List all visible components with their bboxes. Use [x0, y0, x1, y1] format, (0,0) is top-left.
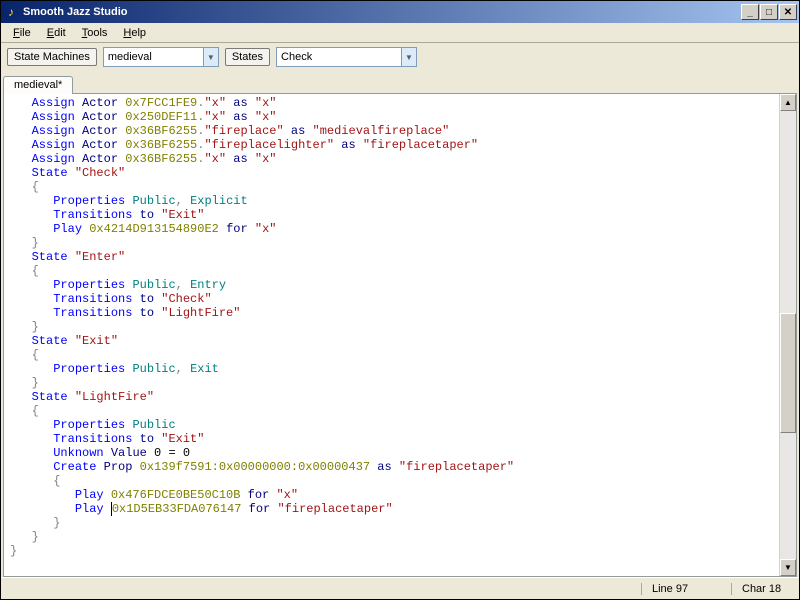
window-title: Smooth Jazz Studio — [23, 6, 740, 18]
code-editor[interactable]: Assign Actor 0x7FCC1FE9."x" as "x" Assig… — [4, 94, 779, 576]
close-button[interactable]: ✕ — [779, 4, 797, 20]
states-button[interactable]: States — [225, 48, 270, 66]
chevron-down-icon[interactable]: ▼ — [203, 47, 219, 67]
editor-container: Assign Actor 0x7FCC1FE9."x" as "x" Assig… — [3, 93, 797, 577]
scroll-up-button[interactable]: ▲ — [780, 94, 796, 111]
menu-help[interactable]: Help — [115, 25, 154, 41]
states-combo[interactable]: ▼ — [276, 47, 417, 67]
scroll-down-button[interactable]: ▼ — [780, 559, 796, 576]
tab-medieval[interactable]: medieval* — [3, 76, 73, 94]
status-char: Char 18 — [731, 583, 791, 595]
menu-bar: File Edit Tools Help — [1, 23, 799, 43]
chevron-down-icon[interactable]: ▼ — [401, 47, 417, 67]
maximize-button[interactable]: □ — [760, 4, 778, 20]
states-input[interactable] — [276, 47, 401, 67]
menu-tools[interactable]: Tools — [74, 25, 116, 41]
status-bar: Line 97 Char 18 — [1, 577, 799, 599]
vertical-scrollbar[interactable]: ▲ ▼ — [779, 94, 796, 576]
status-line: Line 97 — [641, 583, 701, 595]
title-bar: ♪ Smooth Jazz Studio _ □ ✕ — [1, 1, 799, 23]
window-controls: _ □ ✕ — [740, 4, 797, 20]
state-machines-button[interactable]: State Machines — [7, 48, 97, 66]
app-icon: ♪ — [3, 4, 19, 20]
state-machines-combo[interactable]: ▼ — [103, 47, 219, 67]
scrollbar-thumb[interactable] — [780, 313, 796, 433]
scrollbar-track[interactable] — [780, 111, 796, 559]
tab-strip: medieval* — [1, 71, 799, 93]
menu-file[interactable]: File — [5, 25, 39, 41]
state-machines-input[interactable] — [103, 47, 203, 67]
toolbar: State Machines ▼ States ▼ — [1, 43, 799, 71]
minimize-button[interactable]: _ — [741, 4, 759, 20]
menu-edit[interactable]: Edit — [39, 25, 74, 41]
